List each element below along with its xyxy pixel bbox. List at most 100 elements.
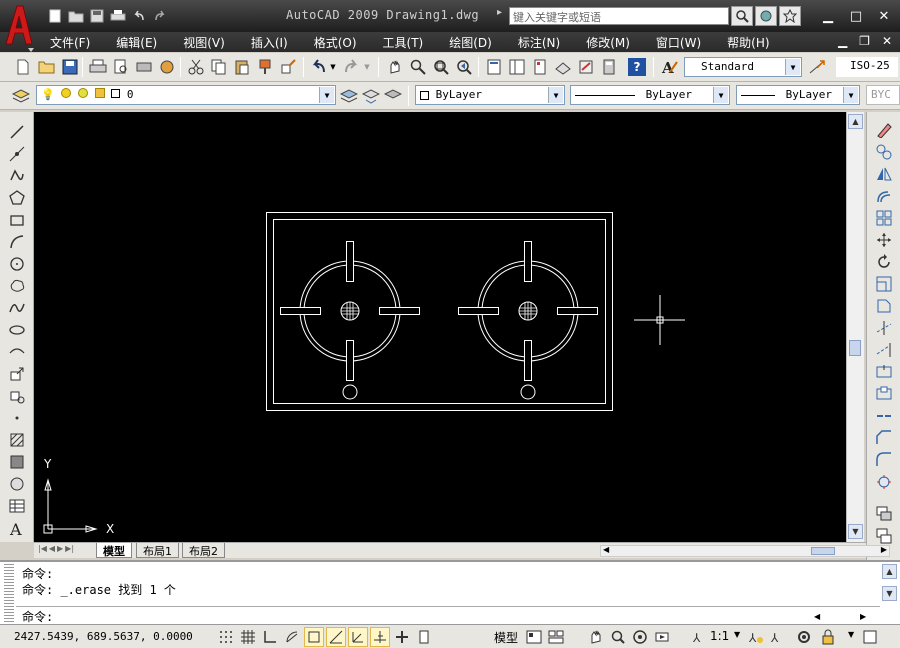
autocad-logo-icon[interactable] bbox=[4, 4, 34, 52]
text-style-icon[interactable]: A bbox=[660, 58, 678, 76]
quick-properties-icon[interactable] bbox=[414, 627, 434, 647]
showmotion-icon[interactable] bbox=[652, 627, 672, 647]
region-icon[interactable] bbox=[7, 474, 27, 494]
favorites-star-icon[interactable] bbox=[779, 6, 801, 26]
menu-dimension[interactable]: 标注(N) bbox=[518, 34, 560, 51]
pan-icon[interactable] bbox=[386, 58, 404, 76]
lineweight-control-select[interactable]: ByLayer ▼ bbox=[736, 85, 860, 105]
fillet-icon[interactable] bbox=[874, 450, 894, 470]
minimize-icon[interactable]: ▁ bbox=[820, 8, 836, 24]
model-space-button[interactable]: 模型 bbox=[494, 629, 518, 646]
redo-icon[interactable] bbox=[151, 8, 169, 24]
search-expand-arrow-icon[interactable]: ▸ bbox=[497, 7, 502, 18]
object-snap-icon[interactable] bbox=[304, 627, 324, 647]
ortho-mode-icon[interactable] bbox=[260, 627, 280, 647]
zoom-previous-icon[interactable] bbox=[455, 58, 473, 76]
copy-object-icon[interactable] bbox=[874, 142, 894, 162]
grid-display-icon[interactable] bbox=[238, 627, 258, 647]
scroll-left-icon[interactable]: ◀ bbox=[603, 545, 609, 554]
auto-scale-icon[interactable]: ⅄ bbox=[768, 627, 788, 647]
circle-icon[interactable] bbox=[7, 254, 27, 274]
prev-tab-icon[interactable]: ◀ bbox=[49, 544, 55, 553]
undo-icon[interactable] bbox=[310, 58, 328, 76]
pan-icon[interactable] bbox=[586, 627, 606, 647]
help-icon[interactable]: ? bbox=[628, 58, 646, 76]
layer-states-icon[interactable] bbox=[384, 87, 402, 105]
next-tab-icon[interactable]: ▶ bbox=[57, 544, 63, 553]
scroll-up-icon[interactable]: ▲ bbox=[882, 564, 897, 579]
drawing-canvas[interactable]: Y X bbox=[34, 112, 846, 542]
trim-icon[interactable] bbox=[874, 318, 894, 338]
break-icon[interactable] bbox=[874, 384, 894, 404]
ellipse-icon[interactable] bbox=[7, 320, 27, 340]
table-icon[interactable] bbox=[7, 496, 27, 516]
match-properties-icon[interactable] bbox=[256, 58, 274, 76]
scroll-up-icon[interactable]: ▲ bbox=[848, 114, 863, 129]
maximize-icon[interactable]: □ bbox=[848, 8, 864, 24]
menu-format[interactable]: 格式(O) bbox=[314, 34, 357, 51]
zoom-icon[interactable] bbox=[608, 627, 628, 647]
scroll-down-icon[interactable]: ▼ bbox=[882, 586, 897, 601]
scroll-left-icon[interactable]: ◀ bbox=[814, 612, 820, 621]
menu-modify[interactable]: 修改(M) bbox=[586, 34, 630, 51]
menu-help[interactable]: 帮助(H) bbox=[727, 34, 769, 51]
qnew-icon[interactable] bbox=[14, 58, 32, 76]
layer-select[interactable]: 💡 0 ▼ bbox=[36, 85, 336, 105]
toolbar-lock-icon[interactable] bbox=[818, 627, 838, 647]
doc-minimize-icon[interactable]: ▁ bbox=[838, 34, 847, 48]
spline-icon[interactable] bbox=[7, 298, 27, 318]
polygon-icon[interactable] bbox=[7, 188, 27, 208]
tab-model[interactable]: 模型 bbox=[96, 543, 132, 558]
draworder-icon[interactable] bbox=[874, 504, 894, 524]
command-hscroll[interactable]: ◀ ▶ bbox=[814, 608, 878, 622]
command-scrollbar[interactable]: ▲ ▼ bbox=[882, 564, 897, 604]
print-icon[interactable] bbox=[109, 8, 127, 24]
text-style-select[interactable]: Standard ▼ bbox=[684, 57, 802, 77]
3d-dwf-icon[interactable] bbox=[158, 58, 176, 76]
scroll-down-icon[interactable]: ▼ bbox=[848, 524, 863, 539]
chevron-down-icon[interactable]: ▼ bbox=[734, 630, 740, 639]
open-folder-icon[interactable] bbox=[67, 8, 85, 24]
point-icon[interactable] bbox=[7, 408, 27, 428]
group-icon[interactable] bbox=[874, 526, 894, 546]
plot-icon[interactable] bbox=[89, 58, 107, 76]
command-input-line[interactable]: 命令: ◀ ▶ bbox=[16, 606, 880, 624]
quickcalc-icon[interactable] bbox=[600, 58, 618, 76]
save-icon[interactable] bbox=[88, 8, 106, 24]
tab-layout2[interactable]: 布局2 bbox=[182, 543, 225, 558]
last-tab-icon[interactable]: ▶| bbox=[65, 544, 74, 553]
explode-icon[interactable] bbox=[874, 472, 894, 492]
zoom-window-icon[interactable] bbox=[432, 58, 450, 76]
save-icon[interactable] bbox=[61, 58, 79, 76]
tool-palettes-icon[interactable] bbox=[531, 58, 549, 76]
object-snap-tracking-icon[interactable] bbox=[326, 627, 346, 647]
properties-icon[interactable] bbox=[485, 58, 503, 76]
join-icon[interactable] bbox=[874, 406, 894, 426]
block-editor-icon[interactable] bbox=[279, 58, 297, 76]
chamfer-icon[interactable] bbox=[874, 428, 894, 448]
menu-window[interactable]: 窗口(W) bbox=[656, 34, 701, 51]
offset-icon[interactable] bbox=[874, 186, 894, 206]
horizontal-scrollbar[interactable]: ◀ ▶ bbox=[600, 545, 890, 557]
polyline-icon[interactable] bbox=[7, 166, 27, 186]
line-icon[interactable] bbox=[7, 122, 27, 142]
markup-set-icon[interactable] bbox=[577, 58, 595, 76]
command-window-grip[interactable] bbox=[4, 564, 14, 624]
rectangle-icon[interactable] bbox=[7, 210, 27, 230]
make-block-icon[interactable] bbox=[7, 386, 27, 406]
search-input[interactable]: 键入关键字或短语 bbox=[509, 7, 729, 25]
break-at-point-icon[interactable] bbox=[874, 362, 894, 382]
cut-icon[interactable] bbox=[187, 58, 205, 76]
layer-previous-icon[interactable] bbox=[362, 87, 380, 105]
cursor-coordinates[interactable]: 2427.5439, 689.5637, 0.0000 bbox=[14, 630, 193, 643]
plot-preview-icon[interactable] bbox=[112, 58, 130, 76]
redo-dropdown-icon[interactable]: ▼ bbox=[362, 58, 372, 76]
menu-tools[interactable]: 工具(T) bbox=[383, 34, 424, 51]
hscroll-thumb[interactable] bbox=[811, 547, 835, 555]
doc-close-icon[interactable]: ✕ bbox=[882, 34, 892, 48]
menu-draw[interactable]: 绘图(D) bbox=[449, 34, 492, 51]
make-object-layer-current-icon[interactable] bbox=[340, 87, 358, 105]
search-icon[interactable] bbox=[731, 6, 753, 26]
linetype-control-select[interactable]: ByLayer ▼ bbox=[570, 85, 730, 105]
paste-icon[interactable] bbox=[233, 58, 251, 76]
